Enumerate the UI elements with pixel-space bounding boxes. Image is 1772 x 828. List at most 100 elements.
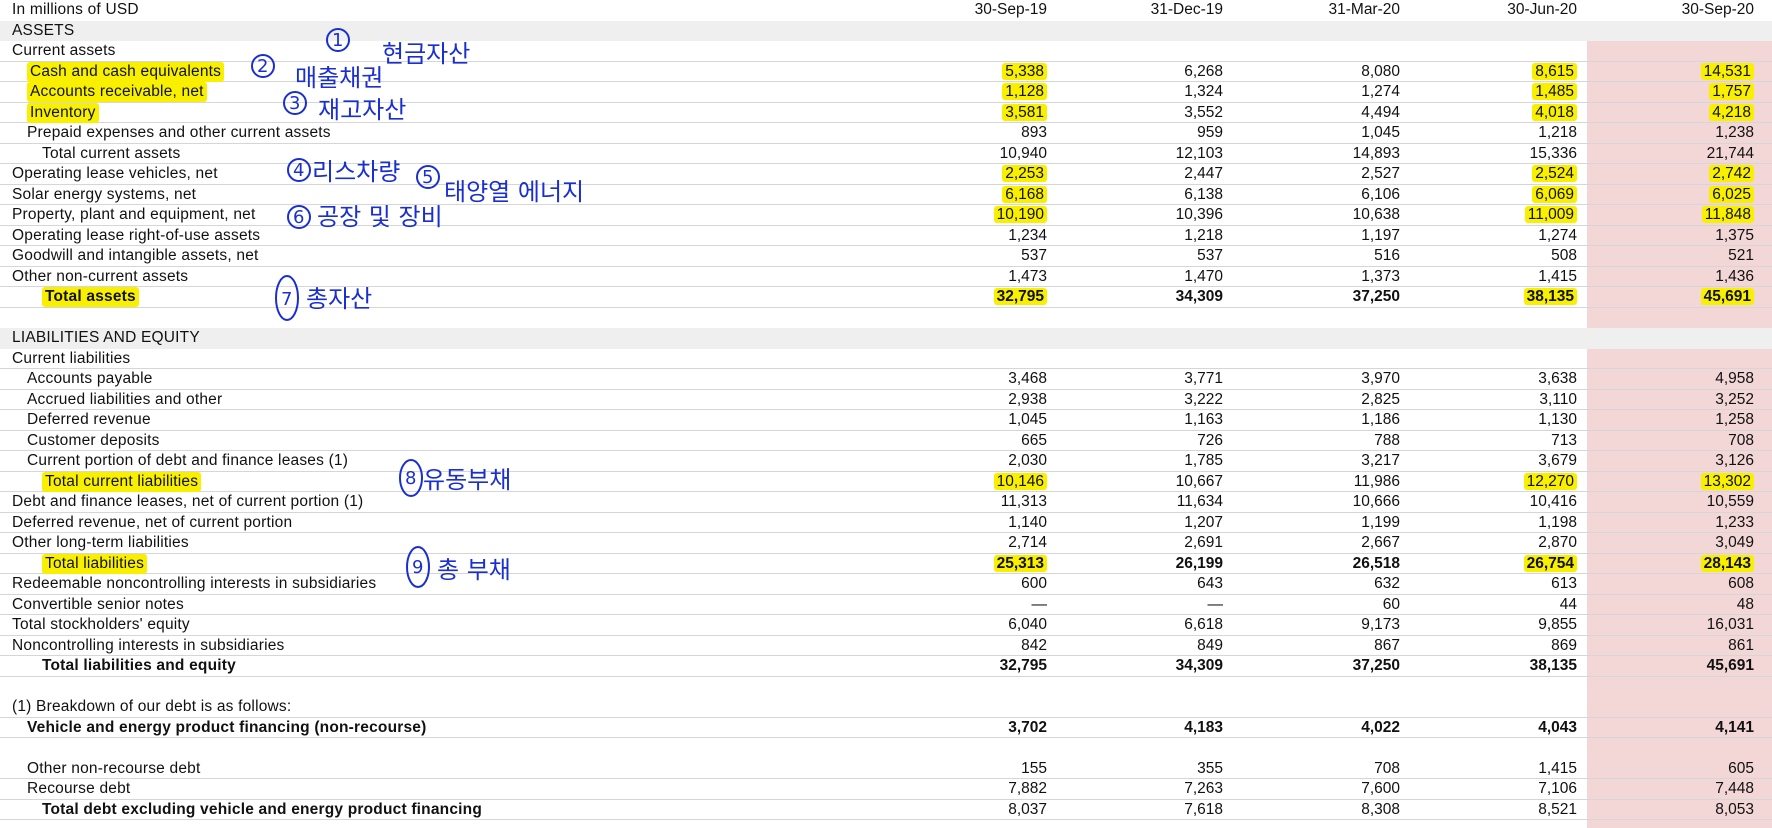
cell-value: 1,258 xyxy=(1624,410,1754,430)
cell-value: 1,415 xyxy=(1447,267,1577,287)
cell-text: 2,253 xyxy=(1002,165,1047,182)
cell-value: 842 xyxy=(917,636,1047,656)
cell-value: 38,135 xyxy=(1447,287,1577,307)
cell-value: 2,825 xyxy=(1270,390,1400,410)
row-label: Total debt excluding vehicle and energy … xyxy=(42,800,483,818)
cell-value: 10,940 xyxy=(917,144,1047,164)
section-header: LIABILITIES AND EQUITY xyxy=(0,328,1772,349)
cell-text: 3,970 xyxy=(1361,370,1400,387)
cell-text: 2,691 xyxy=(1184,534,1223,551)
table-row: Total current assets 10,940 12,103 14,893 15… xyxy=(0,144,1772,164)
cell-text: 1,274 xyxy=(1538,226,1577,244)
row-label: Operating lease vehicles, net xyxy=(12,165,218,182)
cell-text: 6,040 xyxy=(1008,616,1047,633)
cell-value: 60 xyxy=(1270,595,1400,615)
cell-text: 1,218 xyxy=(1184,226,1223,244)
cell-value: 537 xyxy=(1093,246,1223,266)
cell-value: 1,485 xyxy=(1447,82,1577,102)
cell-value: 10,667 xyxy=(1093,472,1223,492)
cell-text: 2,447 xyxy=(1184,165,1223,182)
cell-value: 15,336 xyxy=(1447,144,1577,164)
cell-text: 6,268 xyxy=(1184,62,1223,80)
cell-value: 3,702 xyxy=(917,718,1047,738)
cell-value: 1,128 xyxy=(917,82,1047,102)
cell-text: 38,135 xyxy=(1523,288,1577,305)
table-row: Current assets xyxy=(0,41,1772,62)
cell-value: 5,338 xyxy=(917,62,1047,82)
cell-text: 1,207 xyxy=(1184,513,1223,531)
cell-text: 10,416 xyxy=(1529,493,1577,510)
row-label: Redeemable noncontrolling interests in s… xyxy=(12,575,377,592)
cell-text: 3,702 xyxy=(1008,718,1047,736)
cell-text: 869 xyxy=(1551,636,1577,654)
cell-text: 9,855 xyxy=(1538,616,1577,633)
cell-value: 1,140 xyxy=(917,513,1047,533)
cell-value: 1,163 xyxy=(1093,410,1223,430)
table-row: Operating lease right-of-use assets 1,234… xyxy=(0,226,1772,246)
cell-text: 1,199 xyxy=(1361,513,1400,531)
cell-value: 1,045 xyxy=(917,410,1047,430)
table-row: Total current liabilities 10,146 10,667 11,… xyxy=(0,471,1772,492)
cell-value: 1,373 xyxy=(1270,267,1400,287)
cell-value: 1,473 xyxy=(917,267,1047,287)
cell-value: 3,217 xyxy=(1270,451,1400,471)
cell-text: 11,009 xyxy=(1524,206,1577,223)
row-label: Debt and finance leases, net of current … xyxy=(12,493,364,510)
row-label: Recourse debt xyxy=(27,780,131,797)
row-label: Total current assets xyxy=(42,144,181,162)
cell-value: 6,168 xyxy=(917,185,1047,205)
unit-label: In millions of USD xyxy=(12,1,139,18)
table-row: Goodwill and intangible assets, net 537 53… xyxy=(0,246,1772,267)
row-label: Cash and cash equivalents xyxy=(27,61,225,82)
cell-text: 26,754 xyxy=(1523,554,1577,572)
cell-value: 2,030 xyxy=(917,451,1047,471)
cell-value: 16,031 xyxy=(1624,615,1754,635)
table-row: Vehicle and energy product financing (no… xyxy=(0,718,1772,738)
row-label: Customer deposits xyxy=(27,431,160,449)
cell-text: 2,030 xyxy=(1008,452,1047,469)
period-header: 31-Mar-20 xyxy=(1328,1,1401,18)
cell-value: 1,233 xyxy=(1624,513,1754,533)
table-row: Noncontrolling interests in subsidiaries… xyxy=(0,636,1772,656)
cell-value: 1,186 xyxy=(1270,410,1400,430)
cell-text: 4,022 xyxy=(1361,718,1400,736)
cell-value: 9,855 xyxy=(1447,615,1577,635)
cell-value: 32,795 xyxy=(917,287,1047,307)
cell-value: 12,103 xyxy=(1093,144,1223,164)
cell-text: 21,744 xyxy=(1706,144,1754,162)
cell-text: 1,128 xyxy=(1002,83,1047,100)
cell-value: 3,679 xyxy=(1447,451,1577,471)
row-label: Total assets xyxy=(42,287,139,307)
cell-text: 1,234 xyxy=(1008,226,1047,244)
table-row: Total assets 32,795 34,309 37,250 38,135 45,6… xyxy=(0,287,1772,308)
cell-text: 726 xyxy=(1197,431,1223,449)
cell-value: 1,436 xyxy=(1624,267,1754,287)
cell-value: 26,518 xyxy=(1270,554,1400,574)
cell-text: 355 xyxy=(1197,759,1223,777)
cell-value: 11,848 xyxy=(1624,205,1754,225)
row-label: Other non-current assets xyxy=(12,267,189,285)
cell-value: 38,135 xyxy=(1447,656,1577,676)
table-row: (1) Breakdown of our debt is as follows: xyxy=(0,697,1772,718)
cell-text: 2,870 xyxy=(1538,534,1577,551)
cell-text: 7,106 xyxy=(1538,780,1577,797)
cell-text: 16,031 xyxy=(1706,616,1754,633)
table-row: Deferred revenue, net of current portion… xyxy=(0,513,1772,533)
cell-value: 10,396 xyxy=(1093,205,1223,225)
table-row: Debt and finance leases, net of current … xyxy=(0,492,1772,513)
cell-text: 6,138 xyxy=(1184,185,1223,203)
cell-value: 516 xyxy=(1270,246,1400,266)
row-label: Accounts receivable, net xyxy=(27,82,207,102)
cell-text: 537 xyxy=(1197,247,1223,264)
cell-text: 1,473 xyxy=(1008,267,1047,285)
cell-value: 25,313 xyxy=(917,554,1047,574)
cell-text: 849 xyxy=(1197,636,1223,654)
cell-value: 8,308 xyxy=(1270,800,1400,820)
cell-text: — xyxy=(1207,595,1224,613)
row-label: Convertible senior notes xyxy=(12,595,184,613)
cell-text: 3,252 xyxy=(1715,390,1754,408)
cell-value: 3,126 xyxy=(1624,451,1754,471)
cell-value: 48 xyxy=(1624,595,1754,615)
cell-value: 1,470 xyxy=(1093,267,1223,287)
cell-text: 34,309 xyxy=(1175,288,1223,305)
